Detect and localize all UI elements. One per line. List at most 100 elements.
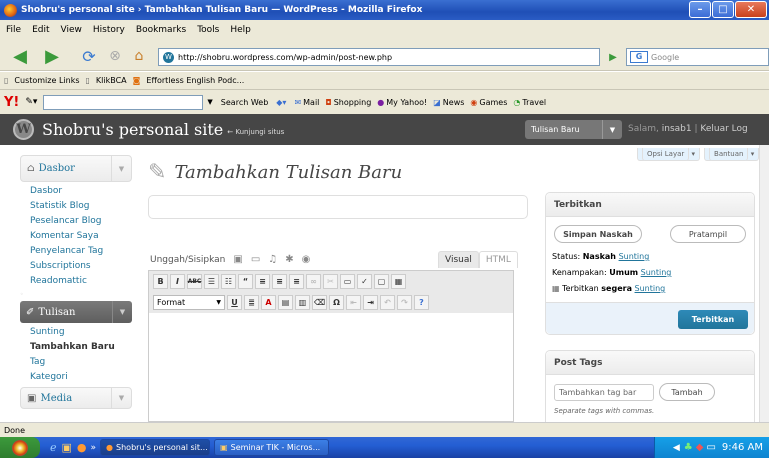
menu-view[interactable]: View [61, 25, 82, 35]
display-icon[interactable]: ▭ [706, 442, 715, 453]
paste-word-button[interactable]: ▥ [295, 295, 310, 310]
sidebar-item-sunting[interactable]: Sunting [30, 325, 132, 340]
numbered-list-button[interactable]: ☷ [221, 274, 236, 289]
format-select[interactable]: Format [153, 295, 225, 310]
more-icon[interactable]: » [91, 443, 97, 453]
chevron-down-icon[interactable]: ▼ [111, 388, 131, 408]
pencil-icon[interactable]: ✎▾ [25, 97, 37, 107]
visit-site-link[interactable]: ← Kunjungi situs [227, 128, 284, 136]
url-bar[interactable]: W http://shobru.wordpress.com/wp-admin/p… [158, 48, 600, 66]
bookmark-klikbca[interactable]: KlikBCA [96, 76, 127, 85]
logout-link[interactable]: Keluar Log [700, 124, 747, 134]
yahoo-search-web[interactable]: Search Web [221, 98, 268, 107]
start-button[interactable] [0, 437, 40, 458]
post-content-editor[interactable]: B I ABC ☰ ☷ “ ≡ ≡ ≡ ∞ ✂ ▭ ✓ ▢ ▦ Format U… [148, 270, 514, 422]
stop-icon[interactable]: ⊗ [104, 45, 126, 67]
image-icon[interactable]: ▣ [233, 254, 242, 265]
post-title-input[interactable] [148, 195, 528, 219]
network-icon[interactable]: ♣ [684, 442, 693, 453]
link-button[interactable]: ∞ [306, 274, 321, 289]
audio-icon[interactable]: ♫ [268, 254, 277, 265]
video-icon[interactable]: ▭ [251, 254, 260, 265]
save-draft-button[interactable]: Simpan Naskah [554, 225, 642, 243]
yahoo-mail[interactable]: Mail [303, 98, 319, 107]
sidebar-item-subscriptions[interactable]: Subscriptions [30, 259, 132, 274]
chevron-down-icon[interactable]: ▼ [602, 120, 622, 139]
edit-visibility-link[interactable]: Sunting [641, 268, 672, 277]
tag-input[interactable]: Tambahkan tag bar [554, 383, 654, 401]
menu-help[interactable]: Help [230, 25, 251, 35]
justify-button[interactable]: ≣ [244, 295, 259, 310]
menu-media[interactable]: ▣ Media ▼ [20, 387, 132, 409]
forward-icon[interactable]: ▶ [38, 45, 66, 67]
task-powerpoint[interactable]: ▣ Seminar TIK - Micros... [214, 439, 330, 456]
sidebar-item-penyelancar-tag[interactable]: Penyelancar Tag [30, 244, 132, 259]
go-icon[interactable]: ▶ [603, 48, 623, 66]
redo-button[interactable]: ↷ [397, 295, 412, 310]
close-button[interactable]: ✕ [735, 1, 767, 18]
kitchen-sink-button[interactable]: ▦ [391, 274, 406, 289]
add-tag-button[interactable]: Tambah [659, 383, 715, 401]
sidebar-item-tambahkan-baru[interactable]: Tambahkan Baru [30, 340, 132, 355]
page-scrollbar[interactable] [759, 145, 769, 422]
chevron-down-icon[interactable]: ▼ [111, 156, 131, 181]
tab-html[interactable]: HTML [478, 251, 518, 268]
sidebar-item-statistik-blog[interactable]: Statistik Blog [30, 199, 132, 214]
search-box[interactable]: G Google [626, 48, 769, 66]
menu-posts[interactable]: ✐ Tulisan ▼ [20, 301, 132, 323]
antivirus-icon[interactable]: ◆ [696, 442, 704, 453]
yahoo-shopping[interactable]: Shopping [334, 98, 372, 107]
shield-icon[interactable]: ◆▾ [276, 98, 286, 107]
text-color-button[interactable]: A [261, 295, 276, 310]
bold-button[interactable]: B [153, 274, 168, 289]
yahoo-travel[interactable]: Travel [522, 98, 546, 107]
back-icon[interactable]: ◀ [6, 45, 34, 67]
edit-status-link[interactable]: Sunting [619, 252, 650, 261]
maximize-button[interactable]: □ [712, 1, 734, 18]
favorite-actions-dropdown[interactable]: Tulisan Baru ▼ [525, 120, 622, 139]
chevron-down-icon[interactable]: ▼ [112, 301, 132, 323]
strikethrough-button[interactable]: ABC [187, 274, 202, 289]
wordpress-logo-icon[interactable]: W [13, 119, 34, 140]
username-link[interactable]: insab1 [662, 124, 692, 134]
align-center-button[interactable]: ≡ [272, 274, 287, 289]
help-button[interactable]: Bantuan ▾ [704, 148, 760, 161]
help-icon[interactable]: ? [414, 295, 429, 310]
sidebar-item-tag[interactable]: Tag [30, 355, 132, 370]
unlink-button[interactable]: ✂ [323, 274, 338, 289]
home-icon[interactable]: ⌂ [128, 45, 150, 67]
more-tag-button[interactable]: ▭ [340, 274, 355, 289]
tab-visual[interactable]: Visual [438, 251, 479, 268]
menu-history[interactable]: History [93, 25, 125, 35]
sidebar-item-kategori[interactable]: Kategori [30, 370, 132, 385]
blockquote-button[interactable]: “ [238, 274, 253, 289]
sidebar-item-dasbor[interactable]: Dasbor [30, 184, 132, 199]
firefox-quicklaunch-icon[interactable]: ● [77, 441, 87, 454]
quicklaunch-icon[interactable]: ▣ [62, 441, 72, 454]
yahoo-my-yahoo[interactable]: My Yahoo! [386, 98, 427, 107]
menu-tools[interactable]: Tools [197, 25, 219, 35]
sidebar-item-komentar-saya[interactable]: Komentar Saya [30, 229, 132, 244]
dropdown-arrow-icon[interactable]: ▼ [207, 98, 212, 106]
indent-button[interactable]: ⇥ [363, 295, 378, 310]
align-right-button[interactable]: ≡ [289, 274, 304, 289]
site-name[interactable]: Shobru's personal site [42, 120, 223, 139]
task-firefox[interactable]: ● Shobru's personal sit... [100, 439, 211, 456]
align-left-button[interactable]: ≡ [255, 274, 270, 289]
minimize-button[interactable]: – [689, 1, 711, 18]
undo-button[interactable]: ↶ [380, 295, 395, 310]
tray-arrow-icon[interactable]: ◀ [673, 443, 680, 453]
preview-button[interactable]: Pratampil [670, 225, 746, 243]
outdent-button[interactable]: ⇤ [346, 295, 361, 310]
sidebar-item-readomattic[interactable]: Readomattic [30, 274, 132, 289]
paste-text-button[interactable]: ▤ [278, 295, 293, 310]
remove-format-button[interactable]: ⌫ [312, 295, 327, 310]
edit-publish-time-link[interactable]: Sunting [635, 284, 666, 293]
spellcheck-button[interactable]: ✓ [357, 274, 372, 289]
media-icon[interactable]: ✱ [285, 254, 293, 265]
menu-edit[interactable]: Edit [32, 25, 49, 35]
sidebar-item-peselancar-blog[interactable]: Peselancar Blog [30, 214, 132, 229]
bullet-list-button[interactable]: ☰ [204, 274, 219, 289]
ie-icon[interactable]: ℯ [50, 441, 57, 454]
menu-file[interactable]: File [6, 25, 21, 35]
